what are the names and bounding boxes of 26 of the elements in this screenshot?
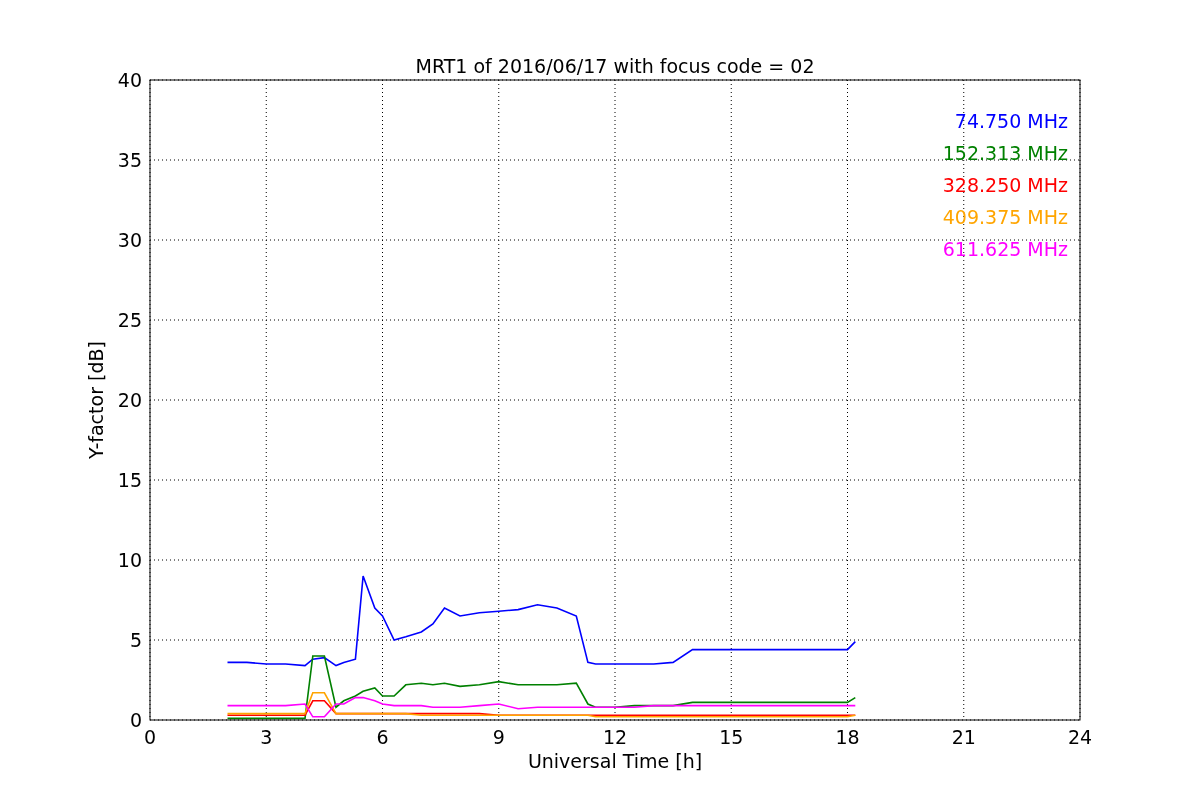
tick-label: 6 bbox=[376, 726, 389, 748]
tick-label: 15 bbox=[719, 726, 744, 748]
tick-label: 3 bbox=[260, 726, 273, 748]
tick-label: 0 bbox=[129, 709, 142, 731]
tick-label: 18 bbox=[835, 726, 860, 748]
tick-label: 35 bbox=[117, 149, 142, 171]
tick-label: 20 bbox=[117, 389, 142, 411]
tick-label: 25 bbox=[117, 309, 142, 331]
legend-label: 74.750 MHz bbox=[954, 110, 1068, 132]
legend-label: 409.375 MHz bbox=[942, 206, 1068, 228]
tick-label: 24 bbox=[1067, 726, 1093, 748]
tick-label: 0 bbox=[143, 726, 157, 748]
legend-label: 611.625 MHz bbox=[942, 238, 1068, 260]
tick-label: 30 bbox=[117, 229, 142, 251]
tick-label: 15 bbox=[117, 469, 142, 491]
tick-label: 12 bbox=[602, 726, 628, 748]
axis-label: Universal Time [h] bbox=[527, 750, 703, 772]
tick-label: 21 bbox=[951, 726, 976, 748]
legend-label: 328.250 MHz bbox=[942, 174, 1068, 196]
tick-label: 40 bbox=[117, 69, 142, 91]
chart-title: MRT1 of 2016/06/17 with focus code = 02 bbox=[415, 55, 815, 77]
tick-label: 9 bbox=[492, 726, 505, 748]
tick-label: 5 bbox=[129, 629, 142, 651]
legend-label: 152.313 MHz bbox=[942, 142, 1068, 164]
axis-label: Y-factor [dB] bbox=[85, 341, 107, 459]
tick-label: 10 bbox=[117, 549, 142, 571]
